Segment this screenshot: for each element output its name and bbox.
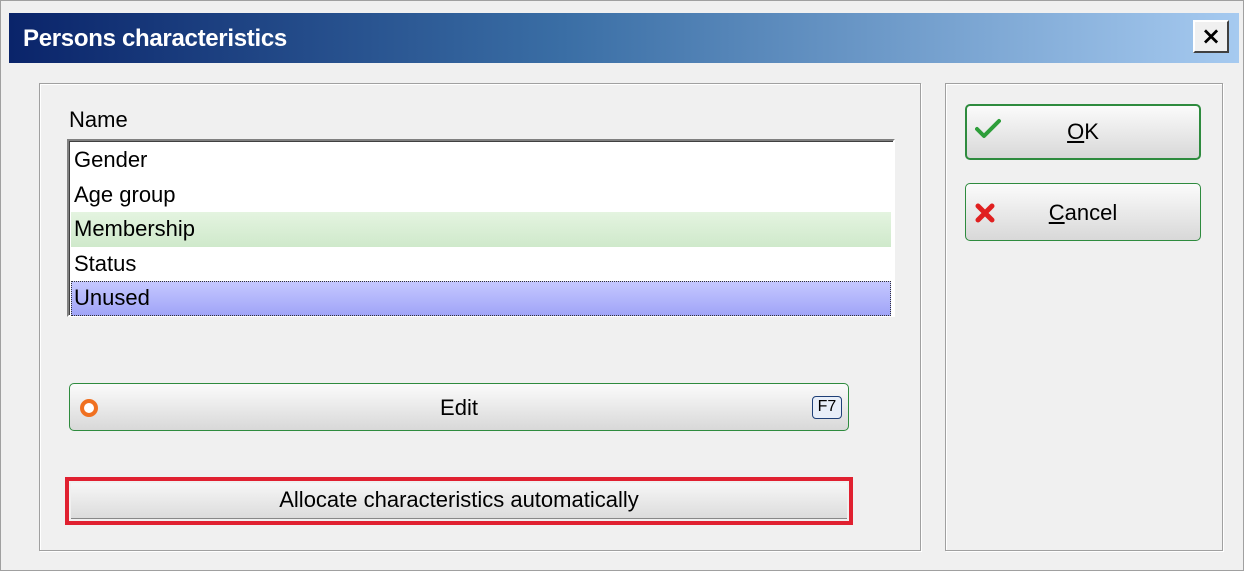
close-icon[interactable]: × [1201,22,1221,50]
title-bar: Persons characteristics × [9,13,1239,63]
list-item-gender[interactable]: Gender [71,143,891,178]
list-item-status[interactable]: Status [71,247,891,282]
window-title: Persons characteristics [23,25,287,52]
allocate-automatically-button[interactable]: Allocate characteristics automatically [65,477,853,525]
list-item-membership[interactable]: Membership [71,212,891,247]
ok-button[interactable]: OK [965,104,1201,160]
cancel-label: Cancel [1048,200,1118,225]
dialog-window: Persons characteristics × Name Gender Ag… [0,0,1244,571]
characteristics-list[interactable]: Gender Age group Membership Status Unuse… [67,139,895,317]
cancel-button[interactable]: Cancel [965,183,1201,241]
edit-button[interactable]: Edit F7 [69,383,849,431]
list-item-unused[interactable]: Unused [71,281,891,316]
ok-label: OK [1067,119,1099,144]
allocate-label: Allocate characteristics automatically [71,483,847,519]
list-header-name: Name [69,107,128,132]
shortcut-badge-f7: F7 [812,396,842,419]
edit-label: Edit [440,395,478,420]
list-item-age-group[interactable]: Age group [71,178,891,213]
close-button[interactable]: × [1193,20,1229,53]
